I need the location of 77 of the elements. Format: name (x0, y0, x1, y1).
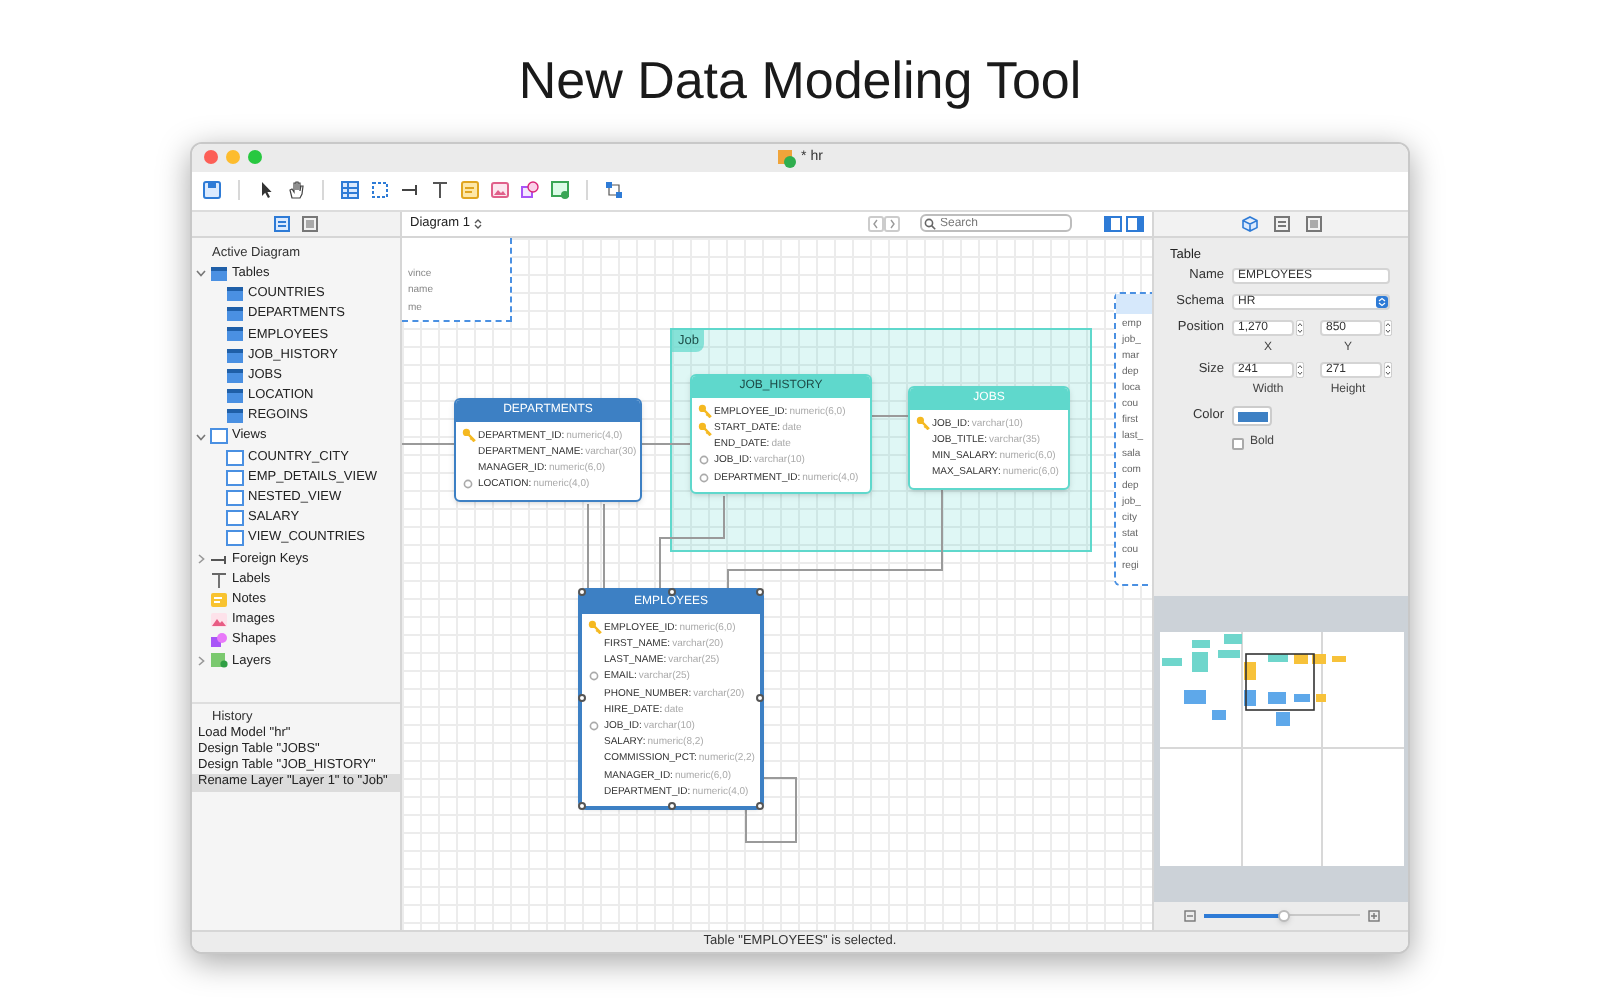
zoom-out-icon[interactable] (1183, 909, 1195, 922)
search-icon (924, 217, 936, 230)
zoom-in-icon[interactable] (1367, 909, 1379, 922)
disclosure-icon[interactable] (196, 431, 206, 442)
minimap-drawing[interactable] (1159, 631, 1403, 866)
table-icon (226, 326, 244, 343)
connector-icon[interactable] (400, 180, 420, 201)
updown-icon (473, 217, 482, 230)
key-icon (588, 620, 602, 635)
foreign-key-icon (588, 720, 600, 732)
slider-thumb[interactable] (1278, 909, 1291, 922)
view-icon[interactable] (370, 180, 390, 201)
connector-line[interactable] (402, 442, 455, 445)
page-title: New Data Modeling Tool (518, 48, 1082, 112)
table-icon (226, 367, 244, 384)
dropdown-icon (1376, 296, 1388, 309)
foreign-key-icon (698, 471, 710, 484)
list-icon[interactable] (1273, 215, 1289, 232)
hand-icon[interactable] (286, 180, 306, 201)
tree-view-icon[interactable] (274, 215, 290, 232)
selection-handle[interactable] (667, 801, 675, 810)
connector-line[interactable] (745, 776, 797, 843)
disclosure-icon[interactable] (196, 268, 206, 279)
layer-icon (210, 652, 228, 669)
shapes-icon[interactable] (520, 180, 540, 201)
key-icon (916, 416, 930, 431)
connector-icon (210, 551, 228, 567)
diagram-canvas[interactable] (402, 237, 1152, 931)
text-icon (210, 571, 228, 588)
save-icon[interactable] (202, 180, 222, 201)
cube-icon[interactable] (1241, 215, 1257, 232)
table-icon (226, 347, 244, 364)
document-icon (777, 149, 796, 167)
checkbox[interactable] (1232, 437, 1244, 450)
connector-line[interactable] (641, 442, 691, 445)
pointer-icon[interactable] (256, 180, 276, 201)
table-icon (210, 265, 228, 282)
selection-handle[interactable] (756, 587, 764, 596)
pages-icon[interactable] (302, 215, 318, 232)
relations-icon[interactable] (604, 180, 624, 201)
table-icon (226, 286, 244, 303)
text-icon[interactable] (430, 180, 450, 201)
connector-line[interactable] (603, 502, 605, 591)
selection-handle[interactable] (578, 801, 586, 810)
table-icon[interactable] (340, 180, 360, 201)
foreign-key-icon (588, 670, 600, 683)
foreign-key-icon (698, 454, 710, 467)
table-icon (226, 306, 244, 323)
color-well[interactable] (1232, 406, 1272, 427)
pages-icon[interactable] (1305, 215, 1321, 232)
table-card[interactable] (580, 589, 762, 808)
selection-handle[interactable] (756, 694, 764, 703)
key-icon (462, 428, 476, 443)
selection-handle[interactable] (578, 587, 586, 596)
selection-handle[interactable] (756, 801, 764, 810)
disclosure-icon[interactable] (196, 554, 206, 564)
forward-icon[interactable] (884, 215, 900, 232)
right-panel-icon[interactable] (1126, 215, 1144, 232)
image-icon[interactable] (490, 180, 510, 201)
layer-icon[interactable] (550, 180, 570, 201)
image-icon (210, 612, 228, 629)
disclosure-icon[interactable] (196, 655, 206, 666)
zoom-slider[interactable] (1203, 909, 1359, 922)
foreign-key-icon (462, 478, 474, 491)
table-icon (226, 388, 244, 404)
connector-line[interactable] (871, 414, 909, 417)
back-icon[interactable] (868, 215, 884, 232)
note-icon (210, 591, 228, 608)
selection-handle[interactable] (667, 587, 675, 596)
close-icon[interactable] (204, 150, 218, 165)
shapes-icon (210, 632, 228, 649)
left-panel-icon[interactable] (1104, 215, 1122, 232)
table-icon (226, 408, 244, 425)
connector-line[interactable] (659, 494, 725, 591)
selection-handle[interactable] (578, 694, 586, 703)
note-icon[interactable] (460, 180, 480, 201)
view-header (1116, 293, 1152, 314)
